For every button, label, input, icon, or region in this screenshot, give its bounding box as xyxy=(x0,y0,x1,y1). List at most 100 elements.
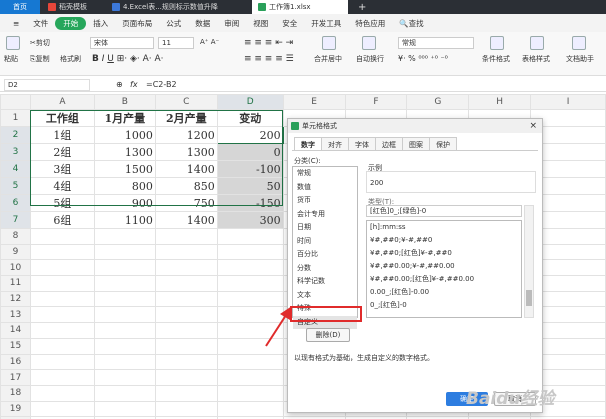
merge-icon[interactable] xyxy=(322,36,336,50)
number-format-select[interactable]: 常规 xyxy=(398,37,474,49)
category-item[interactable]: 日期 xyxy=(293,221,357,235)
menu-search[interactable]: 🔍查找 xyxy=(392,18,430,29)
data-cell[interactable]: 850 xyxy=(154,177,218,195)
data-cell[interactable]: 50 xyxy=(216,177,284,195)
data-cell[interactable]: 900 xyxy=(93,194,156,212)
menu-formula[interactable]: 公式 xyxy=(159,18,188,29)
tab-docer[interactable]: 稻壳模板 xyxy=(42,0,102,14)
col-header[interactable]: A xyxy=(29,94,95,110)
row-header[interactable]: 13 xyxy=(0,306,31,324)
font-size-select[interactable]: 11 xyxy=(158,37,194,49)
font-select[interactable]: 宋体 xyxy=(90,37,154,49)
data-cell[interactable]: 0 xyxy=(216,143,284,161)
row-header[interactable]: 5 xyxy=(0,177,31,195)
tab-workbook[interactable]: 工作簿1.xlsx xyxy=(252,0,348,14)
data-cell[interactable]: 1组 xyxy=(29,126,95,144)
align-icons[interactable]: ≡ ≡ ≡ ≡ ☰ xyxy=(244,54,294,64)
formula-input[interactable]: =C2-B2 xyxy=(146,80,177,89)
data-cell[interactable]: 1400 xyxy=(154,160,218,178)
row-header[interactable]: 18 xyxy=(0,384,31,402)
header-cell[interactable]: 变动 xyxy=(216,109,284,127)
category-item[interactable]: 会计专用 xyxy=(293,208,357,222)
data-cell[interactable]: 1000 xyxy=(93,126,156,144)
data-cell[interactable]: -150 xyxy=(216,194,284,212)
row-header[interactable]: 6 xyxy=(0,194,31,212)
col-header[interactable]: B xyxy=(93,94,156,110)
tab-excel-doc[interactable]: 4.Excel表...规则标示数值升降 xyxy=(106,0,246,14)
new-tab-button[interactable]: + xyxy=(352,0,366,14)
tab-protection[interactable]: 保护 xyxy=(429,137,457,151)
row-header[interactable]: 3 xyxy=(0,143,31,161)
header-cell[interactable]: 1月产量 xyxy=(93,109,156,127)
close-icon[interactable]: × xyxy=(529,119,537,133)
data-cell[interactable]: 6组 xyxy=(29,211,95,229)
tab-pattern[interactable]: 图案 xyxy=(402,137,430,151)
header-cell[interactable]: 2月产量 xyxy=(154,109,218,127)
data-cell[interactable]: 1400 xyxy=(154,211,218,229)
tab-number[interactable]: 数字 xyxy=(294,137,322,151)
merge-button[interactable]: 合并居中 xyxy=(314,54,342,64)
row-header[interactable]: 19 xyxy=(0,400,31,418)
row-header[interactable]: 7 xyxy=(0,211,31,229)
category-item[interactable]: 文本 xyxy=(293,289,357,303)
category-item[interactable]: 数值 xyxy=(293,181,357,195)
row-header[interactable]: 16 xyxy=(0,353,31,371)
menu-view[interactable]: 视图 xyxy=(246,18,275,29)
format-list-scrollbar[interactable] xyxy=(524,205,534,318)
data-cell[interactable]: 750 xyxy=(154,194,218,212)
delete-button[interactable]: 删除(D) xyxy=(306,328,350,342)
tab-home[interactable]: 首页 xyxy=(0,0,40,14)
paste-icon[interactable] xyxy=(6,36,20,50)
format-item[interactable]: 0.00_;[红色]-0.00 xyxy=(367,286,521,299)
active-cell[interactable]: 200 xyxy=(216,126,284,144)
data-cell[interactable]: 1500 xyxy=(93,160,156,178)
type-input[interactable]: [红色]0_;[绿色]-0 xyxy=(366,205,522,217)
menu-insert[interactable]: 插入 xyxy=(86,18,115,29)
category-item[interactable]: 常规 xyxy=(293,167,357,181)
data-cell[interactable]: 5组 xyxy=(29,194,95,212)
row-header[interactable]: 11 xyxy=(0,275,31,292)
row-header[interactable]: 4 xyxy=(0,160,31,178)
data-cell[interactable]: 2组 xyxy=(29,143,95,161)
paste-button[interactable]: 粘贴 xyxy=(4,54,18,64)
conditional-format-icon[interactable] xyxy=(490,36,504,50)
menu-security[interactable]: 安全 xyxy=(275,18,304,29)
format-item[interactable]: ¥#,##0.00;[红色]¥-#,##0.00 xyxy=(367,273,521,286)
doc-assist-button[interactable]: 文档助手 xyxy=(566,54,594,64)
category-item[interactable]: 百分比 xyxy=(293,248,357,262)
wrap-icon[interactable] xyxy=(362,36,376,50)
row-header[interactable]: 8 xyxy=(0,228,31,245)
data-cell[interactable]: 1200 xyxy=(154,126,218,144)
format-item[interactable]: [h]:mm:ss xyxy=(367,221,521,234)
menu-start[interactable]: 开始 xyxy=(55,16,87,30)
number-format-icons[interactable]: ¥· % ⁰⁰⁰ ⁺⁰ ⁻⁰ xyxy=(398,54,448,63)
menu-dev-tools[interactable]: 开发工具 xyxy=(304,18,348,29)
font-grow-icon[interactable]: A⁺ A⁻ xyxy=(200,38,219,46)
menu-data[interactable]: 数据 xyxy=(188,18,217,29)
col-header[interactable]: G xyxy=(406,94,470,110)
data-cell[interactable]: 4组 xyxy=(29,177,95,195)
format-item[interactable]: ¥#,##0;[红色]¥-#,##0 xyxy=(367,247,521,260)
menu-review[interactable]: 审阅 xyxy=(217,18,246,29)
format-item[interactable]: 0_;[红色]-0 xyxy=(367,299,521,312)
col-header[interactable]: C xyxy=(154,94,218,110)
row-header[interactable]: 1 xyxy=(0,109,31,127)
category-item[interactable]: 货币 xyxy=(293,194,357,208)
table-style-button[interactable]: 表格样式 xyxy=(522,54,550,64)
wrap-button[interactable]: 自动换行 xyxy=(356,54,384,64)
row-header[interactable]: 14 xyxy=(0,322,31,339)
col-header[interactable]: I xyxy=(530,94,606,110)
menu-page-layout[interactable]: 页面布局 xyxy=(115,18,159,29)
data-cell[interactable]: 1300 xyxy=(93,143,156,161)
font-style-buttons[interactable]: B I U ⊞· ◈· A· A· xyxy=(92,54,164,64)
format-item[interactable]: ¥#,##0;¥-#,##0 xyxy=(367,234,521,247)
conditional-format-button[interactable]: 条件格式 xyxy=(482,54,510,64)
tab-alignment[interactable]: 对齐 xyxy=(321,137,349,151)
menu-file[interactable]: 文件 xyxy=(26,18,55,29)
copy-button[interactable]: ⎘复制 xyxy=(30,54,50,64)
data-cell[interactable]: -100 xyxy=(216,160,284,178)
data-cell[interactable]: 3组 xyxy=(29,160,95,178)
col-header[interactable]: E xyxy=(282,94,346,110)
category-item[interactable]: 特殊 xyxy=(293,302,357,316)
format-item[interactable]: ¥#,##0.00;¥-#,##0.00 xyxy=(367,260,521,273)
